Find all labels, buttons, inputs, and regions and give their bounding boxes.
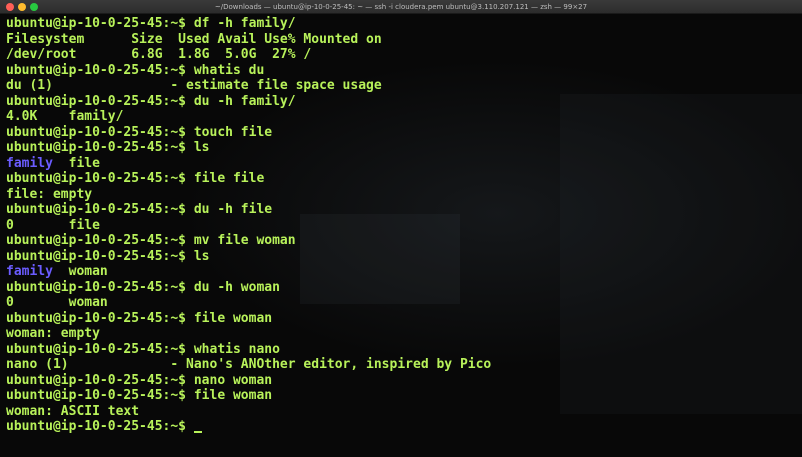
directory-entry: family	[6, 264, 53, 279]
shell-prompt: ubuntu@ip-10-0-25-45:~$	[6, 419, 194, 434]
shell-prompt: ubuntu@ip-10-0-25-45:~$	[6, 16, 194, 31]
command-text: du -h file	[193, 202, 273, 217]
shell-prompt: ubuntu@ip-10-0-25-45:~$	[6, 202, 194, 217]
output-line: 0 file	[6, 217, 100, 233]
command-text: df -h family/	[193, 16, 296, 31]
title-bar[interactable]: ~/Downloads — ubuntu@ip-10-0-25-45: ~ — …	[0, 0, 802, 14]
text-cursor[interactable]	[193, 431, 202, 433]
command-text: file woman	[193, 310, 273, 326]
shell-prompt: ubuntu@ip-10-0-25-45:~$	[6, 93, 194, 109]
output-line: nano (1) - Nano's ANOther editor, inspir…	[6, 357, 492, 372]
output-line: 4.0K family/	[6, 109, 124, 124]
shell-prompt: ubuntu@ip-10-0-25-45:~$	[6, 310, 194, 326]
output-line: du (1) - estimate file space usage	[6, 78, 382, 93]
command-line: ubuntu@ip-10-0-25-45:~$ du -h woman	[6, 280, 491, 296]
directory-entry: family	[6, 155, 53, 171]
file-entry: woman	[52, 264, 108, 279]
terminal-window: ~/Downloads — ubuntu@ip-10-0-25-45: ~ — …	[0, 0, 802, 457]
output-line: 0 woman	[6, 295, 108, 310]
command-line: ubuntu@ip-10-0-25-45:~$ df -h family/	[6, 16, 491, 32]
command-line: ubuntu@ip-10-0-25-45:~$ whatis du	[6, 63, 491, 79]
command-text: mv file woman	[193, 233, 296, 248]
command-text: file woman	[193, 388, 273, 403]
command-text: whatis nano	[193, 341, 280, 357]
shell-prompt: ubuntu@ip-10-0-25-45:~$	[6, 171, 194, 186]
command-line: ubuntu@ip-10-0-25-45:~$ whatis nano	[6, 342, 491, 358]
command-text: ls	[193, 248, 210, 264]
shell-prompt: ubuntu@ip-10-0-25-45:~$	[6, 248, 194, 264]
command-line: ubuntu@ip-10-0-25-45:~$ ls	[6, 249, 491, 265]
command-line: ubuntu@ip-10-0-25-45:~$ ls	[6, 140, 491, 156]
file-entry: file	[52, 155, 100, 171]
shell-prompt: ubuntu@ip-10-0-25-45:~$	[6, 341, 194, 357]
command-text: file file	[193, 171, 265, 186]
terminal-output: ubuntu@ip-10-0-25-45:~$ df -h family/Fil…	[6, 16, 491, 435]
background-window-reflection	[560, 94, 802, 414]
ls-output-line: family woman	[6, 264, 491, 280]
command-line: ubuntu@ip-10-0-25-45:~$ du -h family/	[6, 94, 491, 110]
shell-prompt: ubuntu@ip-10-0-25-45:~$	[6, 140, 194, 155]
output-line: woman: empty	[6, 326, 100, 341]
shell-prompt: ubuntu@ip-10-0-25-45:~$	[6, 388, 194, 403]
output-line: /dev/root 6.8G 1.8G 5.0G 27% /	[6, 47, 312, 62]
current-prompt-line: ubuntu@ip-10-0-25-45:~$	[6, 419, 491, 435]
command-text: nano woman	[193, 372, 273, 388]
shell-prompt: ubuntu@ip-10-0-25-45:~$	[6, 279, 194, 295]
command-line: ubuntu@ip-10-0-25-45:~$ touch file	[6, 125, 491, 141]
command-line: ubuntu@ip-10-0-25-45:~$ nano woman	[6, 373, 491, 389]
command-line: ubuntu@ip-10-0-25-45:~$ file woman	[6, 311, 491, 327]
output-line: Filesystem Size Used Avail Use% Mounted …	[6, 31, 382, 47]
window-title: ~/Downloads — ubuntu@ip-10-0-25-45: ~ — …	[214, 3, 588, 11]
shell-prompt: ubuntu@ip-10-0-25-45:~$	[6, 124, 194, 140]
command-line: ubuntu@ip-10-0-25-45:~$ mv file woman	[6, 233, 491, 249]
command-line: ubuntu@ip-10-0-25-45:~$ file file	[6, 171, 491, 187]
output-line: woman: ASCII text	[6, 403, 140, 419]
ls-output-line: family file	[6, 156, 491, 172]
command-text: touch file	[193, 124, 273, 140]
command-text: whatis du	[193, 62, 265, 78]
shell-prompt: ubuntu@ip-10-0-25-45:~$	[6, 372, 194, 388]
command-line: ubuntu@ip-10-0-25-45:~$ file woman	[6, 388, 491, 404]
output-line: file: empty	[6, 186, 93, 202]
shell-prompt: ubuntu@ip-10-0-25-45:~$	[6, 62, 194, 78]
command-text: du -h family/	[193, 93, 296, 109]
command-line: ubuntu@ip-10-0-25-45:~$ du -h file	[6, 202, 491, 218]
shell-prompt: ubuntu@ip-10-0-25-45:~$	[6, 233, 194, 248]
command-text: ls	[193, 140, 210, 155]
terminal-body[interactable]: ubuntu@ip-10-0-25-45:~$ df -h family/Fil…	[0, 14, 802, 457]
command-text: du -h woman	[193, 279, 280, 295]
